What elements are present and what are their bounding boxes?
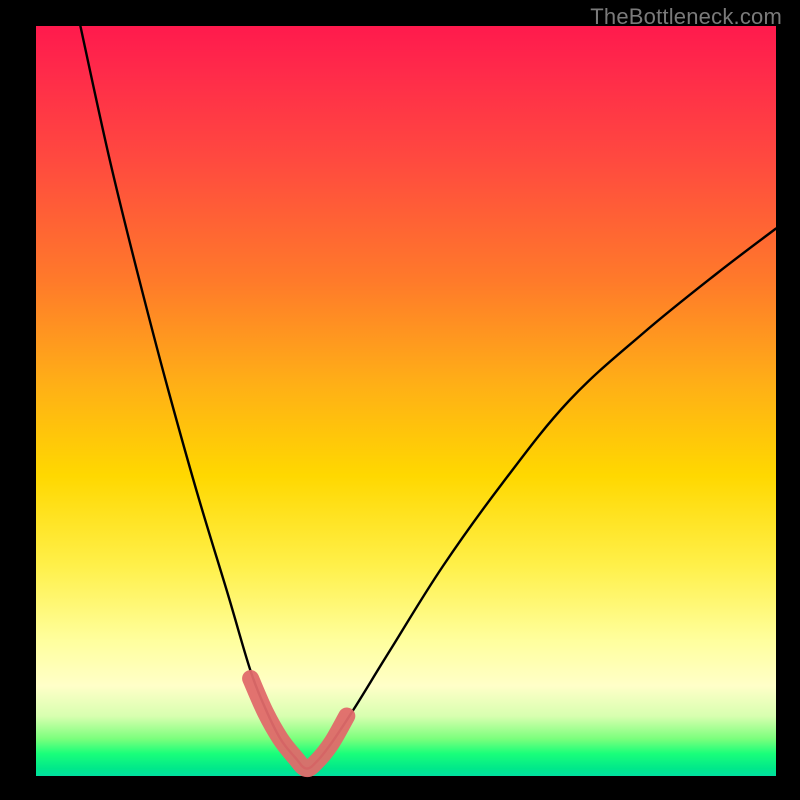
watermark-text: TheBottleneck.com	[590, 4, 782, 30]
highlight-band	[251, 679, 347, 769]
bottleneck-curve	[80, 26, 776, 769]
chart-svg	[36, 26, 776, 776]
chart-frame: TheBottleneck.com	[0, 0, 800, 800]
plot-area	[36, 26, 776, 776]
